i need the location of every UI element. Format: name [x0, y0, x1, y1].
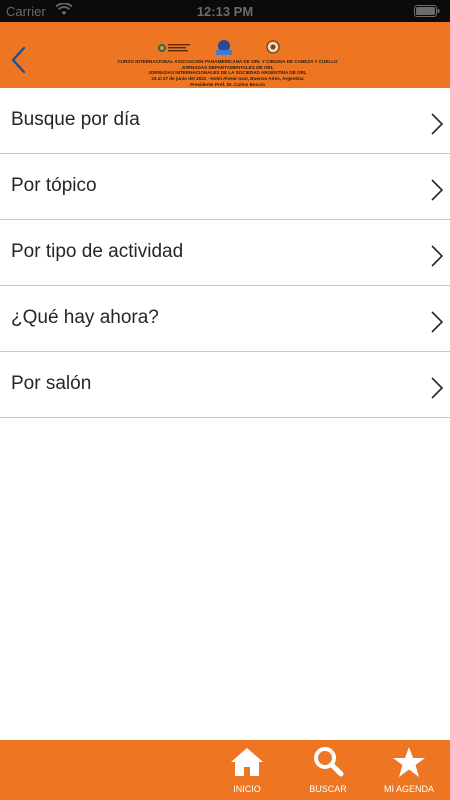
- menu-item-search-by-day[interactable]: Busque por día: [0, 88, 450, 154]
- home-icon: [231, 748, 263, 776]
- status-time: 12:13 PM: [196, 4, 254, 19]
- status-bar: Carrier 12:13 PM: [0, 0, 450, 22]
- menu-item-label: Busque por día: [11, 109, 140, 130]
- banner-line-3: JORNADAS INTERNACIONALES DE LA SOCIEDAD …: [148, 70, 307, 75]
- browse-menu: Busque por día Por tópico Por tipo de ac…: [0, 88, 450, 418]
- menu-item-label: Por tópico: [11, 175, 97, 196]
- menu-item-by-topic[interactable]: Por tópico: [0, 154, 450, 220]
- menu-item-by-activity-type[interactable]: Por tipo de actividad: [0, 220, 450, 286]
- banner-line-5: Presidente Prof. Dr. Carlos Boccio: [190, 82, 265, 87]
- menu-item-by-room[interactable]: Por salón: [0, 352, 450, 418]
- menu-item-label: Por salón: [11, 373, 92, 394]
- menu-item-label: Por tipo de actividad: [11, 241, 184, 262]
- tab-home[interactable]: INICIO: [211, 740, 283, 800]
- sponsor-logos: [158, 40, 280, 55]
- event-banner: CURSO INTERNACIONAL ASOCIACION PANAMERIC…: [110, 40, 345, 88]
- battery-icon: [414, 5, 440, 17]
- banner-line-4: 24 al 27 de junio del 2021 · Hotel Alvea…: [151, 76, 304, 81]
- tab-my-agenda[interactable]: MI AGENDA: [373, 740, 445, 800]
- back-button[interactable]: [8, 44, 34, 76]
- chevron-right-icon: [431, 311, 444, 333]
- app-header: CURSO INTERNACIONAL ASOCIACION PANAMERIC…: [0, 22, 450, 88]
- banner-line-1: CURSO INTERNACIONAL ASOCIACION PANAMERIC…: [117, 59, 338, 64]
- star-icon: [393, 747, 425, 777]
- tab-search[interactable]: BUSCAR: [292, 740, 364, 800]
- search-icon: [314, 747, 344, 777]
- chevron-right-icon: [431, 245, 444, 267]
- chevron-right-icon: [431, 377, 444, 399]
- tab-label: INICIO: [233, 784, 261, 794]
- tab-bar: INICIO BUSCAR MI AGENDA: [0, 740, 450, 800]
- menu-item-label: ¿Qué hay ahora?: [11, 307, 159, 328]
- tab-label: MI AGENDA: [383, 784, 434, 794]
- tab-label: BUSCAR: [309, 784, 347, 794]
- chevron-right-icon: [431, 179, 444, 201]
- chevron-right-icon: [431, 113, 444, 135]
- menu-item-happening-now[interactable]: ¿Qué hay ahora?: [0, 286, 450, 352]
